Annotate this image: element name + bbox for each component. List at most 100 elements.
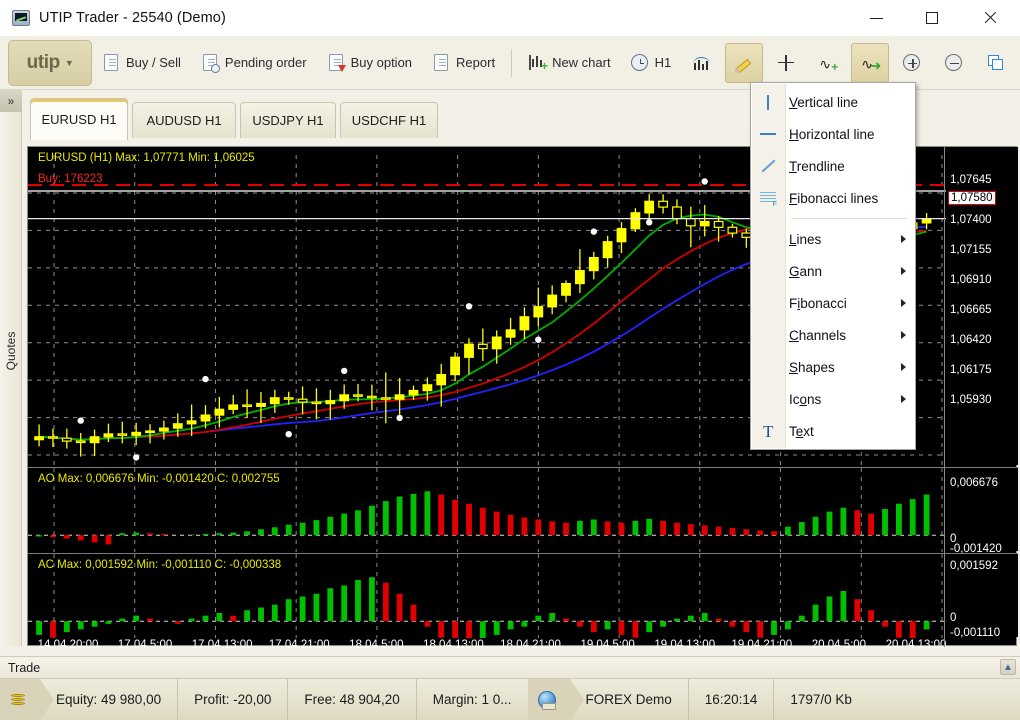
live-price-label: 1,07580 — [948, 191, 996, 205]
status-server: FOREX Demo — [570, 678, 689, 720]
submenu-arrow-icon — [901, 267, 906, 275]
report-icon — [432, 53, 450, 72]
chart-tab-label: AUDUSD H1 — [146, 113, 222, 128]
menu-item-fibonacci-lines[interactable]: Fibonacci lines — [751, 182, 915, 214]
menu-item-horizontal-line[interactable]: Horizontal line — [751, 118, 915, 150]
server-chip — [527, 678, 584, 720]
menu-item-lines[interactable]: Lines — [751, 223, 915, 255]
toolbar-item-buy-sell[interactable]: Buy / Sell — [94, 43, 189, 83]
quotes-panel-label[interactable]: Quotes — [0, 319, 22, 383]
ac-pane[interactable]: AC Max: 0,001592 Min: -0,001110 C: -0,00… — [28, 553, 1018, 638]
minimize-icon — [869, 17, 883, 19]
submenu-arrow-icon — [901, 235, 906, 243]
chart-tab-audusd[interactable]: AUDUSD H1 — [132, 102, 236, 138]
toolbar-button-zoom-out[interactable] — [935, 43, 973, 83]
price-tick: 1,07645 — [950, 174, 992, 186]
ao-pane-label: AO Max: 0,006676 Min: -0,001420 C: 0,002… — [38, 473, 280, 485]
document-arrow-icon — [327, 53, 346, 72]
app-chart-icon — [12, 10, 30, 26]
menu-item-label: Lines — [789, 231, 822, 247]
menu-item-label: Fibonacci — [789, 295, 847, 311]
menu-item-shapes[interactable]: Shapes — [751, 351, 915, 383]
chart-tab-label: USDCHF H1 — [351, 113, 427, 128]
status-time: 16:20:14 — [689, 678, 775, 720]
ao-tick: -0,001420 — [950, 543, 1002, 555]
toolbar-button-object-arrow[interactable]: ∿ ➜ — [851, 42, 890, 83]
status-free: Free: 48 904,20 — [288, 678, 417, 720]
submenu-arrow-icon — [901, 363, 906, 371]
menu-item-icons[interactable]: Icons — [751, 383, 915, 415]
ac-tick: -0,001110 — [950, 627, 1001, 639]
coins-icon — [10, 692, 26, 708]
chart-tab-usdchf[interactable]: USDCHF H1 — [340, 102, 438, 138]
chart-tab-eurusd[interactable]: EURUSD H1 — [30, 98, 128, 140]
menu-item-label: Shapes — [789, 359, 835, 375]
price-tick: 1,06910 — [950, 274, 992, 286]
menu-item-label: Channels — [789, 327, 847, 343]
chevron-down-icon: ▼ — [64, 57, 74, 68]
document-icon — [102, 53, 120, 72]
close-icon — [983, 11, 997, 25]
toolbar-item-timeframe[interactable]: H1 — [623, 43, 680, 83]
draw-objects-menu[interactable]: Vertical line Horizontal line Trendline Fib… — [750, 82, 916, 450]
maximize-button[interactable] — [904, 0, 960, 36]
toolbar-separator — [511, 48, 513, 77]
trendline-icon — [759, 157, 777, 175]
toolbar-label-buy-sell: Buy / Sell — [126, 55, 181, 70]
time-tick: 17.04 13:00 — [191, 639, 253, 651]
account-chip — [0, 678, 54, 720]
status-traffic: 1797/0 Kb — [790, 692, 852, 707]
chart-tab-usdjpy[interactable]: USDJPY H1 — [240, 102, 336, 138]
menu-item-label: Fibonacci lines — [789, 190, 879, 206]
vertical-line-icon — [759, 93, 777, 111]
maximize-icon — [926, 12, 938, 24]
time-tick: 20.04 13:00 — [885, 639, 947, 651]
ao-tick: 0,006676 — [950, 477, 998, 489]
close-button[interactable] — [960, 0, 1020, 36]
status-equity: Equity: 49 980,00 — [40, 678, 179, 720]
menu-item-fibonacci[interactable]: Fibonacci — [751, 287, 915, 319]
time-tick: 17.04 21:00 — [268, 639, 330, 651]
status-margin: Margin: 1 0... — [432, 692, 512, 707]
time-axis: 14.04 20:00 17.04 5:00 17.04 13:00 17.04 21… — [28, 637, 947, 653]
toolbar-button-crosshair[interactable] — [767, 43, 805, 83]
toolbar-item-pending-order[interactable]: Pending order — [193, 43, 315, 83]
toolbar-button-add-object[interactable]: ∿ + — [809, 43, 847, 83]
status-bar: Equity: 49 980,00 Profit: -20,00 Free: 4… — [0, 678, 1020, 720]
submenu-arrow-icon — [901, 395, 906, 403]
submenu-arrow-icon — [901, 331, 906, 339]
trade-panel-bar[interactable]: Trade ▲ — [0, 656, 1020, 678]
menu-item-vertical-line[interactable]: Vertical line — [751, 86, 915, 118]
chart-tab-label: USDJPY H1 — [252, 113, 324, 128]
time-tick: 20.04 5:00 — [811, 639, 867, 651]
ao-pane[interactable]: AO Max: 0,006676 Min: -0,001420 C: 0,002… — [28, 467, 1018, 552]
chart-tab-label: EURUSD H1 — [41, 112, 117, 127]
window-controls — [848, 0, 1020, 36]
utip-menu-button[interactable]: utip ▼ — [8, 39, 92, 86]
globe-icon — [537, 690, 556, 710]
buy-level-label: Buy: 176223 — [38, 173, 103, 185]
chevron-up-icon[interactable]: ▲ — [1000, 659, 1016, 675]
toolbar-item-report[interactable]: Report — [424, 43, 503, 83]
menu-item-label: Horizontal line — [789, 126, 875, 142]
menu-item-text[interactable]: T Text — [751, 415, 915, 447]
menu-item-gann[interactable]: Gann — [751, 255, 915, 287]
toolbar-item-buy-option[interactable]: Buy option — [319, 43, 420, 83]
toolbar-item-new-chart[interactable]: + New chart — [520, 43, 619, 83]
crosshair-icon — [777, 54, 795, 72]
time-tick: 19.04 5:00 — [580, 639, 635, 651]
toolbar-button-zoom-in[interactable] — [893, 43, 931, 83]
add-object-icon: ∿ + — [819, 55, 839, 74]
time-tick: 18.04 21:00 — [500, 639, 561, 651]
price-tick: 1,06665 — [950, 304, 992, 316]
price-axis[interactable]: 1,07645 1,07400 1,07155 1,06910 1,06665 1,064… — [944, 147, 1016, 647]
indicators-icon — [693, 54, 711, 72]
toolbar-button-tile-windows[interactable] — [977, 43, 1015, 83]
menu-item-trendline[interactable]: Trendline — [751, 150, 915, 182]
toolbar-button-indicators[interactable] — [683, 43, 721, 83]
expand-panel-button[interactable]: » — [0, 90, 22, 112]
menu-item-channels[interactable]: Channels — [751, 319, 915, 351]
minimize-button[interactable] — [848, 0, 904, 36]
toolbar-button-draw-objects[interactable] — [725, 42, 764, 83]
text-tool-icon: T — [763, 422, 774, 441]
